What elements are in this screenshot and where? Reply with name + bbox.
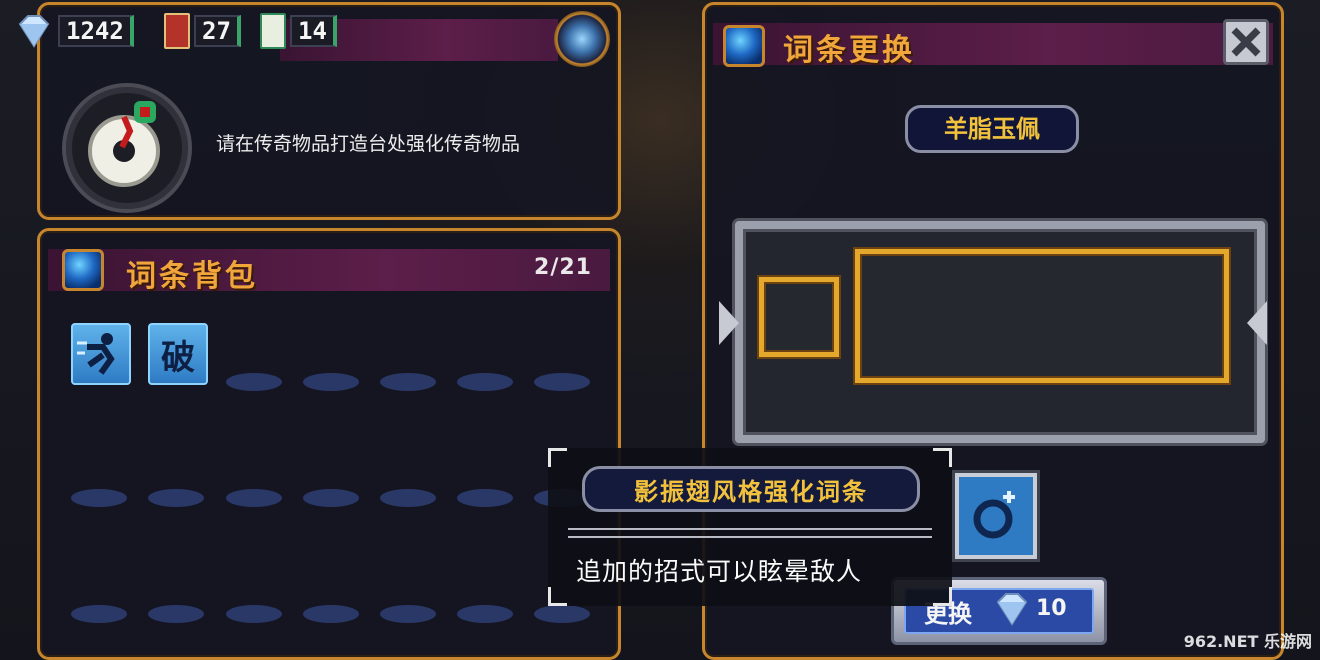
swap-cost: 10 bbox=[1036, 596, 1067, 621]
blue-orb-icon bbox=[62, 249, 104, 291]
empty-slot[interactable] bbox=[457, 373, 513, 391]
refresh-plus-icon bbox=[973, 491, 1015, 539]
empty-slot[interactable] bbox=[457, 605, 513, 623]
close-button[interactable] bbox=[1223, 19, 1269, 65]
close-icon bbox=[1231, 27, 1261, 57]
ticket-counter: 27 bbox=[164, 13, 241, 49]
legend-description: 请在传奇物品打造台处强化传奇物品 bbox=[216, 133, 521, 155]
empty-slot[interactable] bbox=[380, 605, 436, 623]
empty-slot[interactable] bbox=[226, 605, 282, 623]
empty-slot[interactable] bbox=[226, 373, 282, 391]
empty-slot[interactable] bbox=[226, 489, 282, 507]
card-count: 14 bbox=[290, 15, 337, 47]
empty-slot[interactable] bbox=[71, 489, 127, 507]
tooltip-corner bbox=[933, 587, 952, 606]
affix-slot-running[interactable] bbox=[71, 323, 131, 385]
ticket-count: 27 bbox=[194, 15, 241, 47]
running-figure-icon bbox=[77, 333, 115, 375]
swap-title: 词条更换 bbox=[783, 33, 915, 68]
diamond-icon bbox=[18, 15, 50, 48]
tooltip-corner bbox=[933, 448, 952, 467]
gem-counter: 1242 bbox=[14, 14, 134, 48]
empty-slot[interactable] bbox=[303, 373, 359, 391]
item-name-plaque: 羊脂玉佩 bbox=[905, 105, 1079, 153]
empty-slot[interactable] bbox=[380, 489, 436, 507]
affix-icon-slot[interactable] bbox=[759, 277, 839, 357]
break-glyph-icon: 破 bbox=[161, 337, 195, 378]
empty-slot[interactable] bbox=[71, 605, 127, 623]
affix-frame bbox=[735, 221, 1265, 443]
bag-header-bar: 词条背包 2/21 bbox=[48, 249, 610, 294]
gem-count: 1242 bbox=[58, 15, 134, 47]
watermark: 962.NET 乐游网 bbox=[1183, 632, 1312, 651]
tooltip-corner bbox=[548, 448, 567, 467]
empty-slot[interactable] bbox=[457, 489, 513, 507]
diamond-cost-icon bbox=[996, 593, 1028, 626]
tooltip-description: 追加的招式可以眩晕敌人 bbox=[576, 557, 863, 586]
affix-slot-break[interactable]: 破 bbox=[148, 323, 208, 385]
empty-slot[interactable] bbox=[380, 373, 436, 391]
green-card-icon bbox=[260, 13, 286, 49]
empty-slot[interactable] bbox=[534, 605, 590, 623]
settings-gear-icon[interactable] bbox=[554, 11, 610, 67]
bag-count: 2/21 bbox=[534, 255, 592, 280]
tooltip-corner bbox=[548, 587, 567, 606]
affix-text-slot[interactable] bbox=[855, 249, 1229, 383]
empty-slot[interactable] bbox=[303, 605, 359, 623]
jade-pendant-icon[interactable] bbox=[62, 83, 192, 213]
arrow-left-icon[interactable] bbox=[1247, 301, 1267, 345]
empty-slot[interactable] bbox=[303, 489, 359, 507]
swap-orb-icon bbox=[723, 25, 765, 67]
affix-book-button[interactable] bbox=[955, 473, 1037, 559]
swap-header-bar: 词条更换 bbox=[713, 23, 1273, 68]
arrow-right-icon[interactable] bbox=[719, 301, 739, 345]
empty-slot[interactable] bbox=[148, 489, 204, 507]
bag-title: 词条背包 bbox=[126, 259, 258, 294]
empty-slot[interactable] bbox=[148, 605, 204, 623]
affix-tooltip: 影振翅风格强化词条 追加的招式可以眩晕敌人 bbox=[548, 448, 952, 606]
tooltip-title: 影振翅风格强化词条 bbox=[582, 466, 920, 512]
affix-bag-panel: 词条背包 2/21 破 bbox=[37, 228, 621, 660]
card-counter: 14 bbox=[260, 13, 337, 49]
red-ticket-icon bbox=[164, 13, 190, 49]
tooltip-divider bbox=[568, 528, 932, 538]
empty-slot[interactable] bbox=[534, 373, 590, 391]
